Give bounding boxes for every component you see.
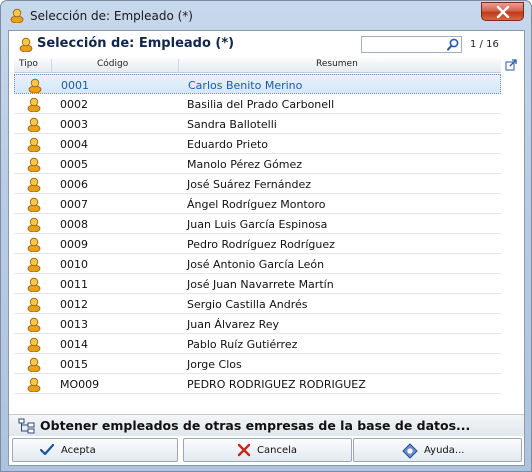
person-icon (26, 256, 42, 275)
table-row[interactable]: 0008 Juan Luis García Espinosa (14, 214, 501, 234)
person-icon (26, 116, 42, 135)
person-icon (26, 176, 42, 195)
row-summary: Pedro Rodríguez Rodríguez (187, 238, 335, 251)
other-companies-link[interactable]: Obtener empleados de otras empresas de l… (9, 414, 524, 436)
person-icon (26, 376, 42, 395)
accept-button-label: Acepta (61, 445, 96, 456)
cancel-button[interactable]: Cancela (183, 438, 352, 462)
accept-button[interactable]: Acepta (12, 438, 178, 462)
row-summary: Manolo Pérez Gómez (187, 158, 303, 171)
person-icon (26, 316, 42, 335)
dialog-header: Selección de: Empleado (*) 1 / 16 (9, 31, 524, 58)
table-row[interactable]: 0004 Eduardo Prieto (14, 134, 501, 154)
page-title: Selección de: Empleado (*) (37, 36, 235, 51)
person-icon (26, 296, 42, 315)
row-code: 0002 (60, 98, 88, 111)
cancel-icon (237, 443, 251, 460)
person-icon (18, 36, 34, 55)
expand-icon[interactable] (505, 59, 517, 74)
dialog-body: Selección de: Empleado (*) 1 / 16 Tipo C… (8, 30, 525, 466)
table-row[interactable]: 0014 Pablo Ruíz Gutiérrez (14, 334, 501, 354)
person-icon (9, 7, 25, 26)
row-code: 0010 (60, 258, 88, 271)
column-header-codigo[interactable]: Código (97, 59, 128, 69)
table-row[interactable]: 0002 Basilia del Prado Carbonell (14, 94, 501, 114)
other-companies-label: Obtener empleados de otras empresas de l… (40, 418, 471, 433)
row-code: 0011 (60, 278, 88, 291)
cancel-button-label: Cancela (257, 445, 298, 456)
row-code: 0008 (60, 218, 88, 231)
row-summary: Basilia del Prado Carbonell (187, 98, 335, 111)
column-separator[interactable] (178, 59, 179, 72)
row-code: 0012 (60, 298, 88, 311)
row-code: 0003 (60, 118, 88, 131)
table-row[interactable]: 0009 Pedro Rodríguez Rodríguez (14, 234, 501, 254)
person-icon (26, 156, 42, 175)
button-bar: Acepta Cancela Ayuda... (9, 437, 524, 465)
table-row[interactable]: 0001 Carlos Benito Merino (14, 74, 501, 94)
help-button[interactable]: Ayuda... (353, 438, 522, 462)
person-icon (26, 196, 42, 215)
row-summary: Jorge Clos (187, 358, 242, 371)
row-summary: José Antonio García León (187, 258, 325, 271)
table-row[interactable]: 0012 Sergio Castilla Andrés (14, 294, 501, 314)
title-bar[interactable]: Selección de: Empleado (*) (1, 1, 531, 31)
row-summary: PEDRO RODRIGUEZ RODRIGUEZ (187, 378, 366, 391)
person-icon (26, 136, 42, 155)
search-icon[interactable] (447, 38, 459, 54)
table-row[interactable]: 0005 Manolo Pérez Gómez (14, 154, 501, 174)
hierarchy-icon (18, 418, 36, 437)
grid-rows: 0001 Carlos Benito Merino 0002 Basilia del … (14, 74, 501, 394)
row-code: 0013 (60, 318, 88, 331)
close-icon (496, 5, 509, 18)
search-input[interactable] (364, 37, 444, 52)
row-summary: Ángel Rodríguez Montoro (187, 198, 326, 211)
row-code: 0007 (60, 198, 88, 211)
person-icon (26, 356, 42, 375)
table-row[interactable]: 0015 Jorge Clos (14, 354, 501, 374)
column-header-resumen[interactable]: Resumen (316, 59, 358, 69)
row-summary: Carlos Benito Merino (188, 79, 303, 92)
row-code: 0004 (60, 138, 88, 151)
employee-grid: Tipo Código Resumen 0001 Carlos Benito Me… (14, 58, 521, 411)
table-row[interactable]: 0007 Ángel Rodríguez Montoro (14, 194, 501, 214)
help-icon (402, 443, 418, 462)
person-icon (26, 336, 42, 355)
table-row[interactable]: 0011 José Juan Navarrete Martín (14, 274, 501, 294)
window-title: Selección de: Empleado (*) (30, 9, 193, 23)
person-icon (26, 216, 42, 235)
row-code: MO009 (60, 378, 100, 391)
pager: 1 / 16 (470, 39, 499, 50)
row-summary: José Suárez Fernández (187, 178, 312, 191)
row-code: 0009 (60, 238, 88, 251)
table-row[interactable]: 0013 Juan Álvarez Rey (14, 314, 501, 334)
dialog-window: Selección de: Empleado (*) Selección de:… (0, 0, 532, 472)
help-button-label: Ayuda... (424, 445, 465, 456)
row-code: 0015 (60, 358, 88, 371)
person-icon (26, 96, 42, 115)
column-header-tipo[interactable]: Tipo (19, 59, 38, 69)
table-row[interactable]: 0010 José Antonio García León (14, 254, 501, 274)
row-summary: José Juan Navarrete Martín (187, 278, 334, 291)
table-row[interactable]: 0003 Sandra Ballotelli (14, 114, 501, 134)
row-code: 0006 (60, 178, 88, 191)
row-summary: Pablo Ruíz Gutiérrez (187, 338, 298, 351)
row-code: 0001 (61, 79, 89, 92)
search-field[interactable] (361, 36, 462, 53)
close-button[interactable] (481, 2, 524, 21)
grid-header: Tipo Código Resumen (14, 58, 501, 73)
person-icon (26, 276, 42, 295)
table-row[interactable]: 0006 José Suárez Fernández (14, 174, 501, 194)
table-row[interactable]: MO009 PEDRO RODRIGUEZ RODRIGUEZ (14, 374, 501, 394)
row-summary: Juan Álvarez Rey (187, 318, 280, 331)
check-icon (39, 443, 55, 460)
row-code: 0005 (60, 158, 88, 171)
row-summary: Eduardo Prieto (187, 138, 269, 151)
column-separator[interactable] (51, 59, 52, 72)
row-summary: Sergio Castilla Andrés (187, 298, 308, 311)
person-icon (26, 236, 42, 255)
row-summary: Sandra Ballotelli (187, 118, 277, 131)
row-summary: Juan Luis García Espinosa (187, 218, 328, 231)
row-code: 0014 (60, 338, 88, 351)
